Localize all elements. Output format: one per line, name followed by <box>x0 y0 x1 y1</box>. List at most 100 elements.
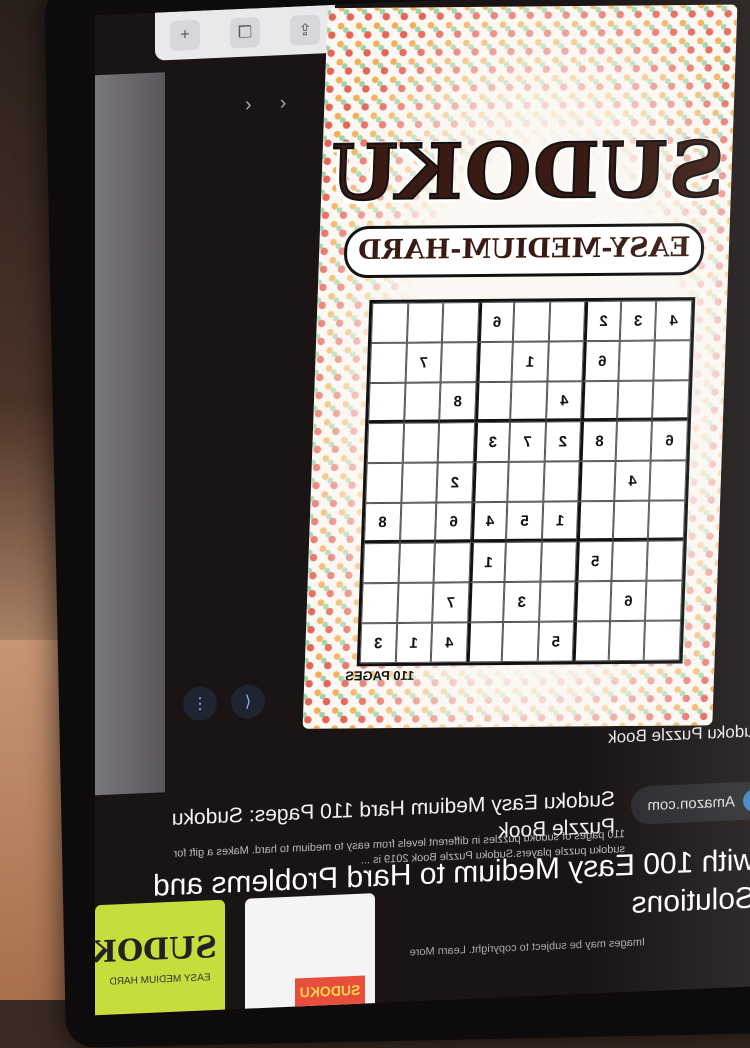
chevron-right-icon[interactable]: ‹ <box>280 92 287 115</box>
sudoku-cell <box>645 580 683 621</box>
sudoku-cell <box>547 341 585 382</box>
sudoku-cell <box>467 581 505 623</box>
sudoku-cell: 2 <box>544 421 582 462</box>
sudoku-cell: 3 <box>473 421 511 463</box>
sudoku-cell <box>646 540 684 581</box>
sudoku-cell <box>501 621 539 663</box>
sudoku-cell <box>538 581 576 622</box>
sudoku-cell: 4 <box>470 501 508 543</box>
sudoku-cell <box>399 502 437 543</box>
sudoku-cell: 3 <box>359 622 397 664</box>
sudoku-cell <box>442 302 479 343</box>
sudoku-cell: 3 <box>619 300 657 341</box>
sudoku-cell <box>648 500 686 541</box>
source-name: Amazon.com <box>647 792 735 814</box>
cover-subtitle: EASY-MEDIUM-HARD <box>343 223 705 279</box>
sudoku-cell <box>398 542 436 583</box>
sudoku-cell: 6 <box>477 301 515 343</box>
sudoku-cell <box>548 301 586 342</box>
pages-label: 110 PAGES <box>344 667 415 684</box>
sudoku-cell <box>578 460 616 502</box>
sudoku-cell: 6 <box>651 420 688 461</box>
related-thumbnail[interactable]: SUDOKU EASY MEDIUM HARD <box>95 899 225 1016</box>
sudoku-cell: 4 <box>430 622 468 663</box>
related-thumbnail[interactable]: SUDOKU <box>245 893 375 1016</box>
sudoku-cell: 8 <box>363 502 401 544</box>
image-nav: ‹ ‹ <box>245 92 286 117</box>
sudoku-cell <box>540 541 578 582</box>
sudoku-cell <box>615 420 653 461</box>
sudoku-cell: 8 <box>439 382 477 423</box>
sudoku-cell: 7 <box>405 342 443 383</box>
sudoku-cell <box>543 461 580 502</box>
sudoku-cell: 4 <box>545 381 583 422</box>
sudoku-cell <box>612 500 650 542</box>
sudoku-cell <box>370 302 408 344</box>
sudoku-cell <box>574 581 612 622</box>
sudoku-cell <box>466 622 504 663</box>
sudoku-cell: 2 <box>584 300 622 342</box>
sudoku-cell <box>433 542 471 583</box>
sudoku-cell <box>406 302 444 343</box>
sudoku-cell <box>366 422 404 464</box>
sudoku-cell: 2 <box>436 462 474 503</box>
more-vertical-icon[interactable]: ⋮ <box>183 685 217 722</box>
sudoku-cell <box>368 382 406 424</box>
sudoku-cell: 5 <box>537 621 575 662</box>
sudoku-cell <box>507 461 545 502</box>
sudoku-cell <box>510 381 548 422</box>
chevron-left-icon[interactable]: ‹ <box>245 93 252 116</box>
tabs-icon[interactable]: ❐ <box>230 17 260 49</box>
sudoku-cell <box>611 540 649 582</box>
plus-icon[interactable]: + <box>170 19 200 52</box>
sudoku-cell <box>440 342 478 383</box>
sudoku-cell <box>471 461 509 503</box>
thumbnail-badge: SUDOKU <box>295 975 365 1007</box>
sudoku-cell <box>403 382 441 423</box>
sudoku-cell <box>618 340 656 381</box>
thumbnail-subtitle: EASY MEDIUM HARD <box>109 972 211 988</box>
sudoku-cell: 5 <box>506 501 544 542</box>
sudoku-cell: 1 <box>469 541 507 583</box>
sudoku-cell <box>361 582 399 624</box>
sudoku-cell <box>402 422 440 463</box>
sudoku-cell <box>649 460 687 501</box>
sudoku-cell: 3 <box>503 581 541 623</box>
image-actions: ⟨ ⋮ <box>183 683 265 722</box>
result-category: Sudoku Puzzle Book <box>608 721 750 747</box>
browser-screen: ⇪ ❐ + ‹ ‹ SUDOKU EASY-MEDIUM-HARD 432661… <box>95 0 750 1016</box>
search-result[interactable]: Sudoku Puzzle Book ● Amazon.com Sudoku E… <box>125 721 750 959</box>
cover-title: SUDOKU <box>327 124 727 219</box>
sudoku-cell: 1 <box>395 622 433 663</box>
sudoku-cell <box>573 621 610 662</box>
browser-toolbar: ⇪ ❐ + <box>155 4 335 61</box>
sudoku-cell <box>369 342 407 384</box>
sudoku-cell <box>504 541 542 582</box>
sudoku-cell: 8 <box>579 420 617 462</box>
copyright-notice: Images may be subject to copyright. Lear… <box>409 936 645 959</box>
sudoku-cell <box>577 500 615 542</box>
sudoku-cell <box>362 542 400 584</box>
sudoku-cell: 5 <box>575 541 613 582</box>
sudoku-cell: 6 <box>435 502 472 543</box>
sudoku-cell: 7 <box>432 582 470 623</box>
sudoku-cell <box>644 620 681 661</box>
globe-icon: ● <box>743 789 750 812</box>
sudoku-cell: 4 <box>655 300 693 341</box>
sudoku-grid: 432661748682734215468516375413 <box>356 297 696 667</box>
sudoku-cell <box>476 341 514 383</box>
sudoku-cell <box>437 422 475 463</box>
source-link[interactable]: ● Amazon.com <box>631 780 750 825</box>
sudoku-cell: 7 <box>508 421 546 462</box>
sudoku-cell: 6 <box>609 580 647 622</box>
sudoku-cell <box>396 582 434 623</box>
sudoku-cell <box>616 380 654 421</box>
share-icon[interactable]: ⟨ <box>231 683 265 720</box>
product-image[interactable]: SUDOKU EASY-MEDIUM-HARD 4326617486827342… <box>302 4 738 729</box>
sudoku-cell <box>513 301 551 342</box>
sudoku-cell: 1 <box>541 501 579 542</box>
sudoku-cell <box>652 380 690 421</box>
share-icon[interactable]: ⇪ <box>290 14 320 46</box>
thumbnail-title: SUDOKU <box>95 929 217 972</box>
sudoku-cell: 6 <box>582 340 620 382</box>
